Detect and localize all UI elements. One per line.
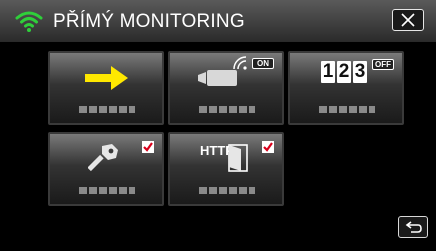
video-camera-icon xyxy=(198,70,237,86)
back-icon xyxy=(405,221,422,233)
arrow-tile[interactable] xyxy=(48,51,164,125)
http-door-icon xyxy=(228,144,248,172)
counter-icon: 1 2 3 xyxy=(321,61,367,83)
label-placeholder xyxy=(199,106,255,113)
checkbox[interactable] xyxy=(262,141,274,153)
password-tile[interactable] xyxy=(48,132,164,206)
close-button[interactable] xyxy=(392,9,424,31)
http-tile[interactable]: HTTP xyxy=(168,132,284,206)
status-badge: ON xyxy=(252,58,274,69)
camera-tile[interactable]: ON xyxy=(168,51,284,125)
label-placeholder xyxy=(79,106,135,113)
label-placeholder xyxy=(319,106,375,113)
wifi-icon xyxy=(15,11,43,32)
checkbox[interactable] xyxy=(142,141,154,153)
close-icon xyxy=(401,13,415,27)
label-placeholder xyxy=(199,187,255,194)
label-placeholder xyxy=(79,187,135,194)
page-title: PŘÍMÝ MONITORING xyxy=(53,11,245,32)
counter-digit: 3 xyxy=(353,61,367,83)
counter-digit: 1 xyxy=(321,61,335,83)
key-icon xyxy=(88,144,118,172)
check-icon xyxy=(143,142,153,152)
wireless-signal-icon xyxy=(233,56,247,70)
arrow-right-icon xyxy=(85,66,128,90)
status-badge: OFF xyxy=(372,59,394,70)
counter-tile[interactable]: 1 2 3 OFF xyxy=(288,51,404,125)
title-bar: PŘÍMÝ MONITORING xyxy=(0,0,436,42)
back-button[interactable] xyxy=(398,216,428,238)
counter-digit: 2 xyxy=(337,61,351,83)
check-icon xyxy=(263,142,273,152)
